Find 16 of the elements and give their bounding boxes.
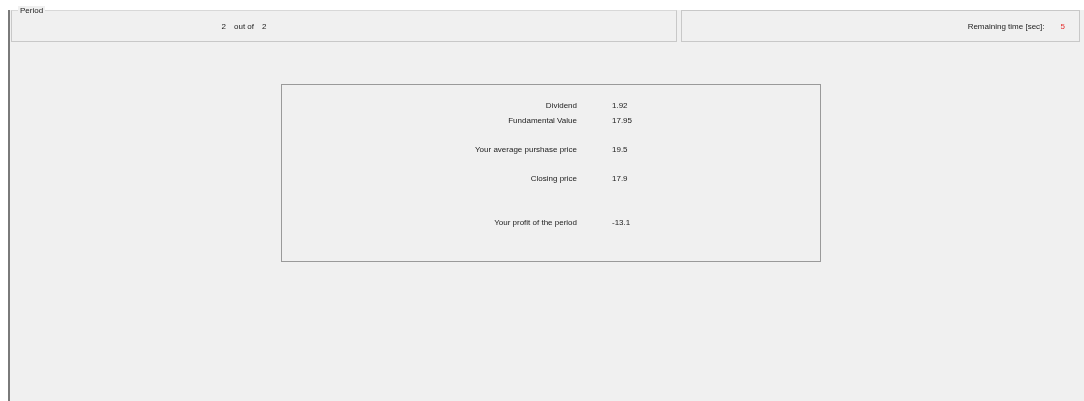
period-title: Period [18, 6, 46, 15]
summary-value: 19.5 [612, 145, 628, 154]
summary-value: 17.9 [612, 174, 628, 183]
summary-value: 1.92 [612, 101, 628, 110]
remaining-time-label: Remaining time [sec]: [967, 21, 1045, 31]
remaining-time-value: 5 [1060, 21, 1065, 31]
summary-label: Your profit of the period [494, 218, 577, 227]
summary-label: Your average purshase price [475, 145, 577, 154]
summary-value: 17.95 [612, 116, 633, 125]
summary-label: Dividend [545, 101, 577, 110]
summary-label: Fundamental Value [508, 116, 577, 125]
current-period: 2 [221, 21, 226, 31]
summary-label: Closing price [530, 174, 577, 183]
out-of-label: out of [234, 21, 254, 31]
summary-value: -13.1 [612, 218, 631, 227]
total-periods: 2 [262, 21, 267, 31]
